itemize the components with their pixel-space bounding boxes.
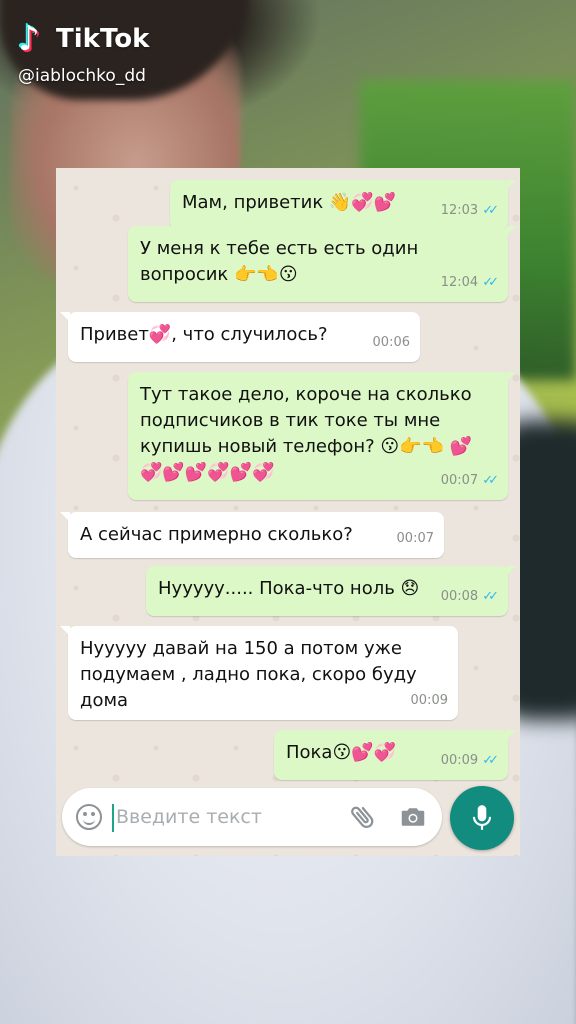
tiktok-wordmark: TikTok: [56, 24, 150, 54]
message-time: 00:08: [440, 589, 479, 604]
message-text: Нууууу давай на 150 а потом уже подумаем…: [80, 638, 417, 711]
microphone-button[interactable]: [450, 786, 514, 850]
tiktok-logo: ♪ ♪ ♪ TikTok: [16, 17, 150, 61]
text-cursor: [112, 804, 114, 832]
message-text: Нууууу..... Пока-что ноль 😞: [158, 578, 420, 599]
message-meta: 00:09: [411, 688, 448, 714]
message-bubble-outgoing[interactable]: Нууууу..... Пока-что ноль 😞 00:08 ✓✓: [146, 566, 516, 616]
message-bubble-incoming[interactable]: А сейчас примерно сколько? 00:07: [60, 512, 444, 558]
message-meta: 00:09 ✓✓: [440, 748, 499, 774]
message-input[interactable]: [116, 802, 336, 832]
message-bubble-outgoing[interactable]: Тут такое дело, короче на сколько подпис…: [128, 372, 516, 500]
microphone-icon: [472, 805, 492, 830]
double-check-icon: ✓✓: [482, 203, 499, 218]
paperclip-icon[interactable]: [348, 802, 378, 832]
message-bubble-outgoing[interactable]: У меня к тебе есть есть один вопросик 👉👈…: [128, 226, 516, 302]
message-time: 00:07: [440, 473, 479, 488]
message-time: 00:07: [396, 531, 434, 546]
tiktok-username: @iablochko_dd: [18, 66, 146, 86]
camera-icon[interactable]: [398, 802, 428, 832]
message-meta: 00:06: [373, 330, 410, 356]
double-check-icon: ✓✓: [482, 473, 499, 488]
message-bubble-incoming[interactable]: Нууууу давай на 150 а потом уже подумаем…: [60, 626, 458, 720]
message-bubble-outgoing[interactable]: Пока😗💕💞 00:09 ✓✓: [274, 730, 516, 780]
double-check-icon: ✓✓: [482, 589, 499, 604]
message-meta: 12:03 ✓✓: [440, 198, 499, 224]
message-meta: 12:04 ✓✓: [440, 270, 499, 296]
message-time: 00:06: [372, 335, 410, 350]
message-bubble-outgoing[interactable]: Мам, приветик 👋💞💕 12:03 ✓✓: [170, 180, 516, 230]
message-text: Привет💞, что случилось?: [80, 324, 328, 345]
message-meta: 00:08 ✓✓: [440, 584, 499, 610]
message-text: А сейчас примерно сколько?: [80, 524, 353, 545]
message-text: Пока😗💕💞: [286, 742, 397, 763]
tiktok-note-icon: ♪ ♪ ♪: [16, 17, 42, 61]
message-time: 00:09: [410, 693, 448, 708]
message-text: Тут такое дело, короче на сколько подпис…: [140, 384, 473, 483]
message-time: 12:03: [440, 203, 479, 218]
double-check-icon: ✓✓: [482, 275, 499, 290]
chat-screenshot: Мам, приветик 👋💞💕 12:03 ✓✓ У меня к тебе…: [56, 168, 520, 856]
message-time: 12:04: [440, 275, 479, 290]
message-text: Мам, приветик 👋💞💕: [182, 192, 397, 213]
message-composer: [62, 788, 442, 846]
message-meta: 00:07: [397, 526, 434, 552]
message-meta: 00:07 ✓✓: [440, 468, 499, 494]
message-bubble-incoming[interactable]: Привет💞, что случилось? 00:06: [60, 312, 420, 362]
double-check-icon: ✓✓: [482, 753, 499, 768]
message-time: 00:09: [440, 753, 479, 768]
message-text: У меня к тебе есть есть один вопросик 👉👈…: [140, 238, 419, 285]
emoji-icon[interactable]: [76, 804, 102, 830]
